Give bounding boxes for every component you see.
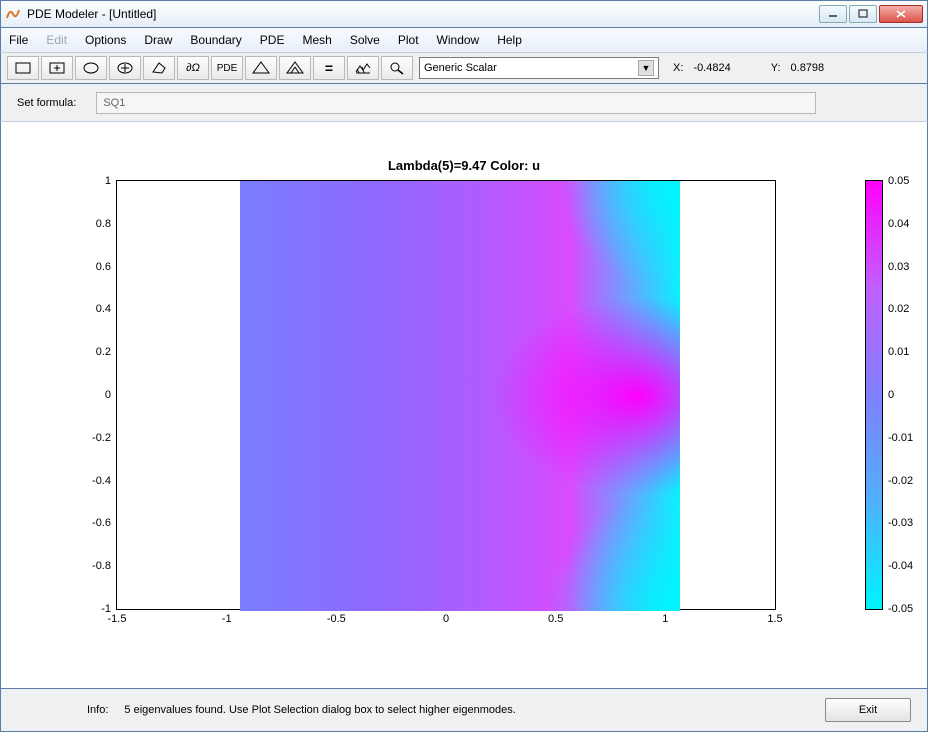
cbtick: 0	[888, 389, 894, 401]
toolbar: ∂Ω PDE = Generic Scalar ▼ X:-0.4824 Y:0.…	[0, 52, 928, 84]
xtick: -1.5	[108, 613, 127, 625]
cbtick: 0.04	[888, 218, 909, 230]
cbtick: -0.02	[888, 475, 913, 487]
rectangle-center-icon[interactable]	[41, 56, 73, 80]
xtick: -0.5	[327, 613, 346, 625]
ytick: 0.2	[81, 346, 111, 358]
cbtick: -0.05	[888, 603, 913, 615]
dropdown-value: Generic Scalar	[424, 62, 497, 74]
menu-bar: File Edit Options Draw Boundary PDE Mesh…	[0, 28, 928, 52]
ytick: 0.4	[81, 303, 111, 315]
cbtick: -0.03	[888, 517, 913, 529]
heatmap-surface	[240, 181, 680, 611]
menu-edit[interactable]: Edit	[46, 33, 67, 47]
window-title: PDE Modeler - [Untitled]	[27, 7, 819, 21]
formula-bar: Set formula:	[0, 84, 928, 122]
xtick: 1	[662, 613, 668, 625]
colorbar: 0.05 0.04 0.03 0.02 0.01 0 -0.01 -0.02 -…	[865, 180, 883, 610]
menu-mesh[interactable]: Mesh	[302, 33, 331, 47]
mesh-icon[interactable]	[245, 56, 277, 80]
menu-draw[interactable]: Draw	[144, 33, 172, 47]
solve-button[interactable]: =	[313, 56, 345, 80]
minimize-button[interactable]	[819, 5, 847, 23]
xtick: -1	[222, 613, 232, 625]
refine-mesh-icon[interactable]	[279, 56, 311, 80]
xtick: 0.5	[548, 613, 563, 625]
ytick: 1	[81, 175, 111, 187]
menu-boundary[interactable]: Boundary	[190, 33, 241, 47]
cbtick: 0.02	[888, 303, 909, 315]
info-bar: Info: 5 eigenvalues found. Use Plot Sele…	[0, 688, 928, 732]
ytick: -0.6	[81, 517, 111, 529]
chevron-down-icon: ▼	[638, 60, 654, 76]
plot3d-icon[interactable]	[347, 56, 379, 80]
axes[interactable]: 1 0.8 0.6 0.4 0.2 0 -0.2 -0.4 -0.6 -0.8 …	[116, 180, 776, 610]
menu-options[interactable]: Options	[85, 33, 126, 47]
xtick: 0	[443, 613, 449, 625]
ytick: -0.4	[81, 475, 111, 487]
ellipse-icon[interactable]	[75, 56, 107, 80]
maximize-button[interactable]	[849, 5, 877, 23]
info-message: 5 eigenvalues found. Use Plot Selection …	[124, 704, 825, 716]
ytick: -0.8	[81, 560, 111, 572]
plot-area: Lambda(5)=9.47 Color: u 1 0.8 0.6 0.4 0.…	[0, 122, 928, 688]
xtick: 1.5	[767, 613, 782, 625]
coordinate-readout: X:-0.4824 Y:0.8798	[673, 62, 824, 74]
menu-plot[interactable]: Plot	[398, 33, 419, 47]
menu-window[interactable]: Window	[437, 33, 480, 47]
cbtick: -0.04	[888, 560, 913, 572]
polygon-icon[interactable]	[143, 56, 175, 80]
ytick: 0.8	[81, 218, 111, 230]
plot-title: Lambda(5)=9.47 Color: u	[388, 158, 540, 173]
title-bar: PDE Modeler - [Untitled]	[0, 0, 928, 28]
menu-file[interactable]: File	[9, 33, 28, 47]
zoom-icon[interactable]	[381, 56, 413, 80]
formula-label: Set formula:	[17, 97, 76, 109]
exit-button[interactable]: Exit	[825, 698, 911, 722]
cbtick: 0.03	[888, 261, 909, 273]
pde-button[interactable]: PDE	[211, 56, 243, 80]
boundary-button[interactable]: ∂Ω	[177, 56, 209, 80]
app-logo-icon	[5, 6, 21, 22]
formula-input[interactable]	[96, 92, 816, 114]
info-label: Info:	[87, 704, 108, 716]
ytick: -1	[81, 603, 111, 615]
menu-solve[interactable]: Solve	[350, 33, 380, 47]
cbtick: 0.01	[888, 346, 909, 358]
ellipse-center-icon[interactable]	[109, 56, 141, 80]
application-mode-dropdown[interactable]: Generic Scalar ▼	[419, 57, 659, 79]
menu-pde[interactable]: PDE	[260, 33, 285, 47]
ytick: -0.2	[81, 432, 111, 444]
ytick: 0	[81, 389, 111, 401]
ytick: 0.6	[81, 261, 111, 273]
close-button[interactable]	[879, 5, 923, 23]
menu-help[interactable]: Help	[497, 33, 522, 47]
cbtick: 0.05	[888, 175, 909, 187]
cbtick: -0.01	[888, 432, 913, 444]
rectangle-icon[interactable]	[7, 56, 39, 80]
